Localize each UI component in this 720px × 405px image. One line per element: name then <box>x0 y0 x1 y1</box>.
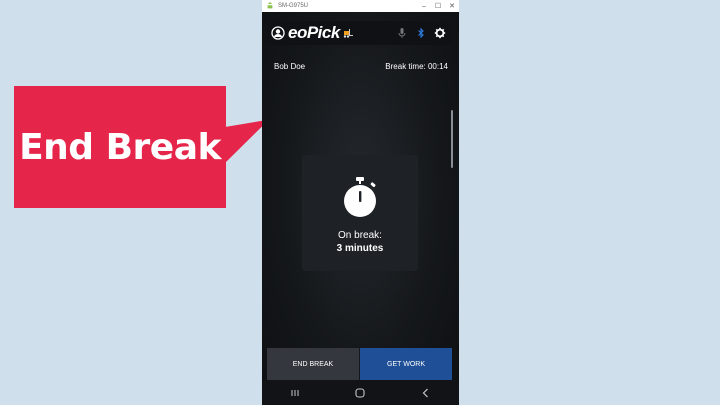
android-icon <box>266 2 274 10</box>
scrollbar[interactable] <box>451 110 453 168</box>
get-work-button[interactable]: GET WORK <box>360 348 452 380</box>
callout-text: End Break <box>19 126 221 168</box>
bluetooth-icon[interactable] <box>415 27 427 39</box>
user-name: Bob Doe <box>274 62 306 71</box>
user-circle-icon[interactable] <box>271 26 285 40</box>
user-status-row: Bob Doe Break time: 00:14 <box>274 62 448 71</box>
break-time: Break time: 00:14 <box>385 62 448 71</box>
break-duration: 3 minutes <box>336 243 384 254</box>
window-title: SM-G975U <box>278 3 309 9</box>
stopwatch-icon <box>340 175 380 219</box>
gear-icon[interactable] <box>434 27 446 39</box>
mic-icon[interactable] <box>396 27 408 39</box>
callout-box: End Break <box>14 86 226 208</box>
android-navbar <box>262 380 459 405</box>
home-icon[interactable] <box>354 387 366 399</box>
window-titlebar: SM-G975U – ☐ ✕ <box>262 0 459 12</box>
close-button[interactable]: ✕ <box>445 2 459 10</box>
end-break-button[interactable]: END BREAK <box>267 348 359 380</box>
maximize-button[interactable]: ☐ <box>431 2 445 10</box>
break-label: On break: <box>338 230 382 241</box>
break-card: On break: 3 minutes <box>302 155 418 271</box>
forklift-icon <box>342 27 354 39</box>
emulator-window: SM-G975U – ☐ ✕ eoPick Bob Doe Break time… <box>262 0 459 405</box>
back-icon[interactable] <box>420 387 432 399</box>
recents-icon[interactable] <box>289 387 301 399</box>
app-logo: eoPick <box>288 23 340 42</box>
app-header: eoPick <box>267 21 452 45</box>
minimize-button[interactable]: – <box>417 3 431 10</box>
